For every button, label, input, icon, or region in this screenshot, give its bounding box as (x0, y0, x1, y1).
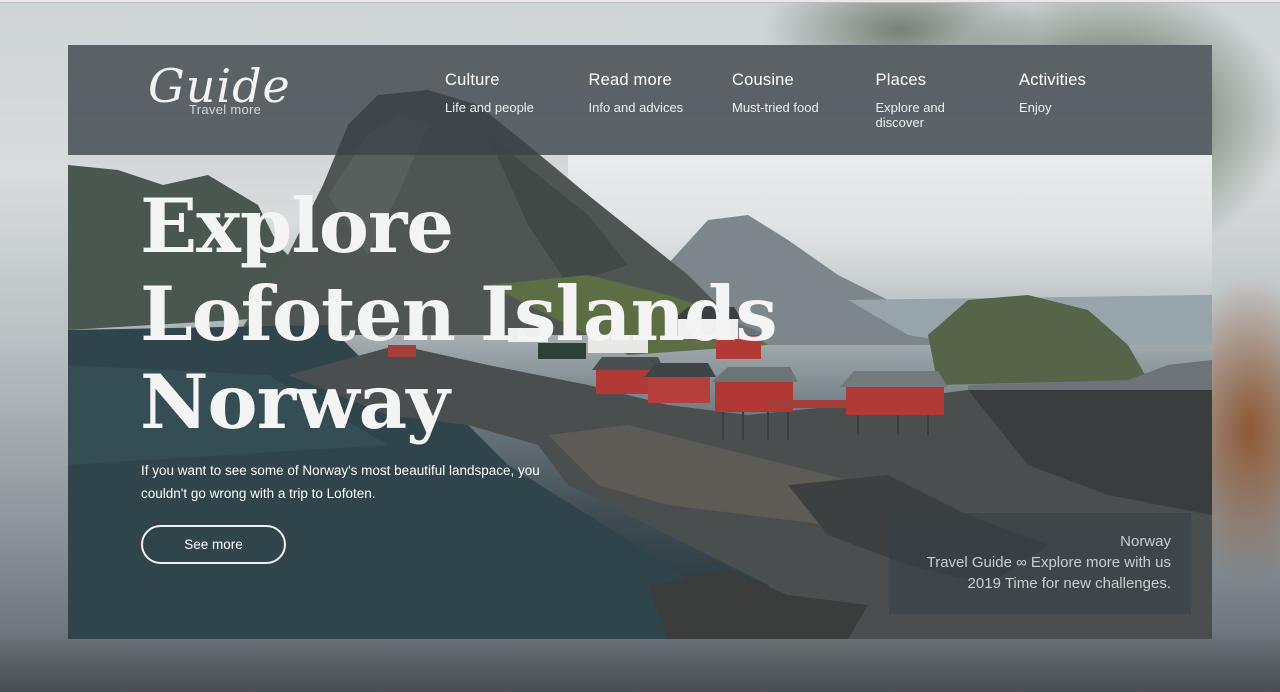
nav-item-title[interactable]: Cousine (732, 71, 876, 90)
nav-item-read-more[interactable]: Read more Info and advices (589, 71, 733, 130)
nav-item-title[interactable]: Places (876, 71, 1020, 90)
nav-item-title[interactable]: Read more (589, 71, 733, 90)
hero-lead-text: If you want to see some of Norway's most… (141, 463, 540, 501)
caption-line: 2019 Time for new challenges. (967, 575, 1171, 592)
nav-item-places[interactable]: Places Explore and discover (876, 71, 1020, 130)
nav-item-subtitle: Info and advices (588, 100, 684, 115)
main-nav: Culture Life and people Read more Info a… (445, 71, 1163, 130)
headline-line: Norway (140, 358, 450, 446)
nav-item-cousine[interactable]: Cousine Must-tried food (732, 71, 876, 130)
caption-line: Norway (1120, 533, 1171, 550)
headline-line: Lofoten Islands (140, 270, 778, 358)
hero-headline: Explore Lofoten Islands Norway (140, 182, 778, 446)
hero-card: Guide Travel more Culture Life and peopl… (68, 45, 1212, 639)
browser-top-edge (0, 0, 1280, 3)
headline-line: Explore (140, 182, 454, 270)
nav-item-title[interactable]: Culture (445, 71, 589, 90)
nav-item-title[interactable]: Activities (1019, 71, 1163, 90)
nav-item-subtitle: Must-tried food (732, 100, 819, 115)
logo[interactable]: Guide Travel more (148, 59, 290, 129)
caption-box: Norway Travel Guide ∞ Explore more with … (889, 513, 1191, 614)
nav-item-activities[interactable]: Activities Enjoy (1019, 71, 1163, 130)
nav-item-subtitle: Enjoy (1019, 100, 1052, 115)
see-more-button[interactable]: See more (141, 525, 286, 564)
nav-item-subtitle: Life and people (445, 100, 534, 115)
nav-item-subtitle: Explore and discover (875, 100, 945, 130)
top-navbar: Guide Travel more Culture Life and peopl… (68, 45, 1212, 155)
nav-item-culture[interactable]: Culture Life and people (445, 71, 589, 130)
logo-tagline: Travel more (189, 102, 262, 117)
caption-line: Travel Guide ∞ Explore more with us (926, 554, 1171, 571)
